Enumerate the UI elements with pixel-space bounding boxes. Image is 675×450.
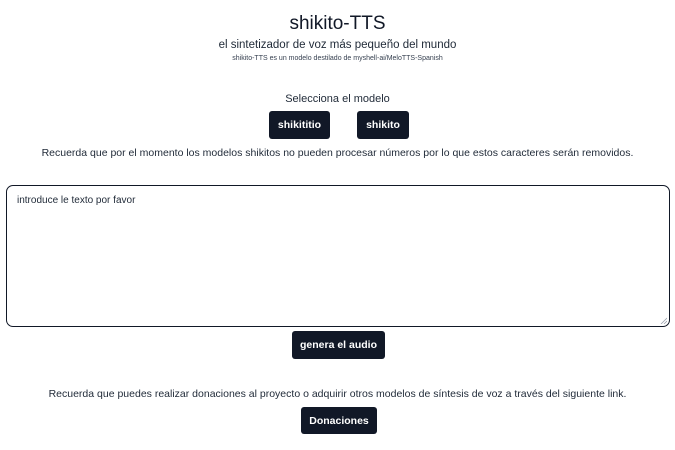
donations-button[interactable]: Donaciones	[301, 407, 377, 434]
model-source-note: shikito-TTS es un modelo destilado de my…	[232, 55, 443, 62]
text-input[interactable]	[7, 186, 669, 326]
page-title: shikito-TTS	[289, 13, 386, 34]
model-shikititio-button[interactable]: shikititio	[269, 111, 330, 139]
numbers-notice: Recuerda que por el momento los modelos …	[41, 147, 634, 159]
resize-handle-icon[interactable]	[660, 317, 667, 324]
model-shikito-button[interactable]: shikito	[357, 111, 409, 139]
page: shikito-TTS el sintetizador de voz más p…	[0, 0, 675, 450]
page-subtitle: el sintetizador de voz más pequeño del m…	[218, 39, 457, 51]
donations-notice: Recuerda que puedes realizar donaciones …	[48, 388, 627, 400]
text-input-container	[6, 185, 670, 327]
generate-audio-button[interactable]: genera el audio	[292, 331, 385, 359]
model-select-label: Selecciona el modelo	[285, 93, 390, 105]
